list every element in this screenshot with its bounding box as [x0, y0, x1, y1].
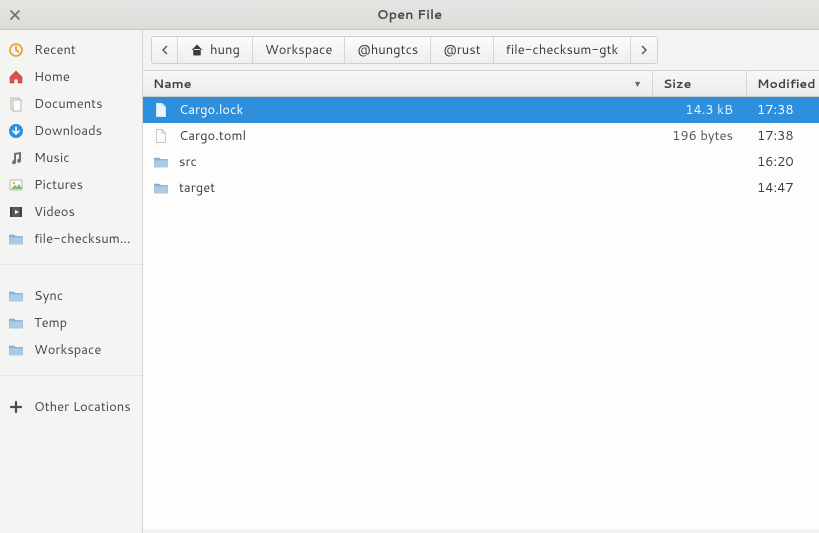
breadcrumb-forward-button[interactable]	[631, 37, 657, 63]
sidebar-group-bookmarks: Sync Temp Workspace	[0, 264, 142, 371]
column-modified-label: Modified	[757, 75, 816, 93]
folder-icon	[8, 231, 24, 247]
plus-icon	[8, 399, 24, 415]
home-icon	[190, 43, 204, 57]
sidebar-group-places: Recent Home Documents Downloads Music Picture…	[0, 36, 142, 260]
chevron-right-icon	[640, 45, 648, 55]
sidebar-item-label: Recent	[34, 41, 134, 59]
videos-icon	[8, 204, 24, 220]
column-size[interactable]: Size	[653, 71, 747, 96]
file-rows: Cargo.lock 14.3 kB17:38 Cargo.toml 196 byte…	[143, 97, 819, 529]
breadcrumb-label: hung	[210, 41, 240, 59]
file-size-cell: 196 bytes	[653, 127, 747, 145]
file-name-cell: src	[143, 153, 653, 171]
sidebar-item-label: Workspace	[34, 341, 134, 359]
file-name: Cargo.lock	[179, 101, 243, 119]
breadcrumb-label: @rust	[443, 41, 480, 59]
file-name: src	[179, 153, 197, 171]
file-modified-cell: 17:38	[747, 127, 819, 145]
sidebar: Recent Home Documents Downloads Music Picture…	[0, 30, 143, 533]
chevron-left-icon	[161, 45, 169, 55]
folder-icon	[8, 315, 24, 331]
sidebar-item-home[interactable]: Home	[0, 63, 142, 90]
sidebar-item-videos[interactable]: Videos	[0, 198, 142, 225]
breadcrumb-segment[interactable]: hung	[178, 37, 253, 63]
titlebar: Open File	[0, 0, 819, 30]
file-size-cell: 14.3 kB	[653, 101, 747, 119]
folder-icon	[153, 180, 169, 196]
file-name-cell: target	[143, 179, 653, 197]
file-list: Name ▼ Size Modified Cargo.lock 14.3 kB17…	[143, 70, 819, 529]
sidebar-item-workspace[interactable]: Workspace	[0, 336, 142, 363]
pictures-icon	[8, 177, 24, 193]
column-name[interactable]: Name ▼	[143, 71, 653, 96]
file-icon	[153, 102, 169, 118]
sidebar-item-sync[interactable]: Sync	[0, 282, 142, 309]
column-name-label: Name	[153, 75, 191, 93]
sidebar-item-file-checksum-gtk[interactable]: file-checksum-gtk	[0, 225, 142, 252]
breadcrumb-label: @hungtcs	[357, 41, 418, 59]
sidebar-item-other-locations[interactable]: Other Locations	[0, 393, 142, 420]
breadcrumb-segment[interactable]: @rust	[431, 37, 493, 63]
breadcrumb-segment[interactable]: file-checksum-gtk	[494, 37, 632, 63]
main: hung Workspace @hungtcs @rust file-checksum-…	[143, 30, 819, 533]
sidebar-item-label: Videos	[34, 203, 134, 221]
sidebar-item-pictures[interactable]: Pictures	[0, 171, 142, 198]
file-icon	[153, 128, 169, 144]
sidebar-item-label: Music	[34, 149, 134, 167]
breadcrumb-label: Workspace	[265, 41, 332, 59]
folder-icon	[8, 342, 24, 358]
file-row[interactable]: Cargo.toml 196 bytes17:38	[143, 123, 819, 149]
home-icon	[8, 69, 24, 85]
file-name-cell: Cargo.toml	[143, 127, 653, 145]
file-modified-cell: 14:47	[747, 179, 819, 197]
toolbar: hung Workspace @hungtcs @rust file-checksum-…	[143, 30, 819, 70]
sidebar-item-label: Home	[34, 68, 134, 86]
breadcrumb-back-button[interactable]	[152, 37, 178, 63]
close-icon	[10, 10, 20, 20]
footer	[143, 529, 819, 533]
breadcrumb-label: file-checksum-gtk	[506, 41, 619, 59]
file-modified-cell: 16:20	[747, 153, 819, 171]
folder-icon	[8, 288, 24, 304]
sidebar-item-label: Pictures	[34, 176, 134, 194]
column-headers: Name ▼ Size Modified	[143, 71, 819, 97]
file-name-cell: Cargo.lock	[143, 101, 653, 119]
sidebar-group-other: Other Locations	[0, 375, 142, 428]
music-icon	[8, 150, 24, 166]
window-title: Open File	[0, 6, 819, 24]
sidebar-item-label: file-checksum-gtk	[34, 230, 134, 248]
sort-indicator-icon: ▼	[633, 77, 642, 90]
documents-icon	[8, 96, 24, 112]
body: Recent Home Documents Downloads Music Picture…	[0, 30, 819, 533]
sidebar-item-downloads[interactable]: Downloads	[0, 117, 142, 144]
file-modified-cell: 17:38	[747, 101, 819, 119]
sidebar-item-recent[interactable]: Recent	[0, 36, 142, 63]
column-size-label: Size	[663, 75, 691, 93]
column-modified[interactable]: Modified	[747, 71, 819, 96]
sidebar-item-label: Downloads	[34, 122, 134, 140]
sidebar-item-label: Documents	[34, 95, 134, 113]
recent-icon	[8, 42, 24, 58]
sidebar-item-documents[interactable]: Documents	[0, 90, 142, 117]
sidebar-item-label: Other Locations	[34, 398, 134, 416]
file-row[interactable]: src 16:20	[143, 149, 819, 175]
sidebar-item-music[interactable]: Music	[0, 144, 142, 171]
sidebar-item-temp[interactable]: Temp	[0, 309, 142, 336]
downloads-icon	[8, 123, 24, 139]
sidebar-item-label: Sync	[34, 287, 134, 305]
file-row[interactable]: Cargo.lock 14.3 kB17:38	[143, 97, 819, 123]
file-name: target	[179, 179, 215, 197]
breadcrumb-segment[interactable]: @hungtcs	[345, 37, 431, 63]
sidebar-item-label: Temp	[34, 314, 134, 332]
file-row[interactable]: target 14:47	[143, 175, 819, 201]
file-name: Cargo.toml	[179, 127, 246, 145]
folder-icon	[153, 154, 169, 170]
close-button[interactable]	[0, 0, 30, 30]
breadcrumb: hung Workspace @hungtcs @rust file-checksum-…	[151, 36, 658, 64]
breadcrumb-segment[interactable]: Workspace	[253, 37, 345, 63]
